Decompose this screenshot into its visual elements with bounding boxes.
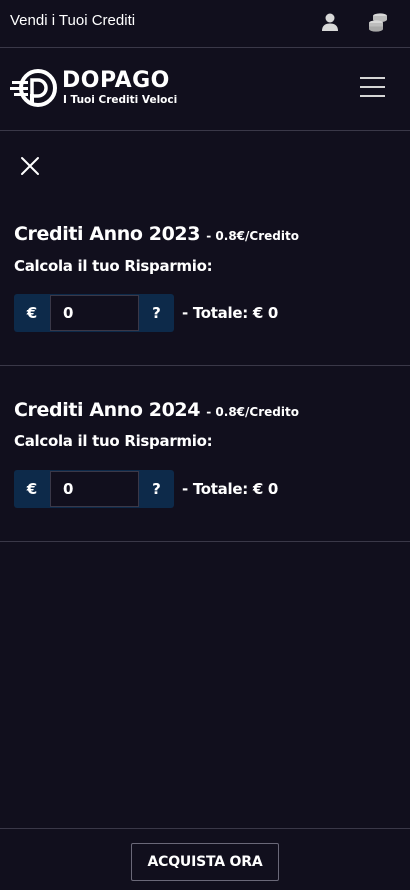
help-button[interactable]: ? xyxy=(139,470,174,508)
help-button[interactable]: ? xyxy=(139,294,174,332)
sell-credits-link[interactable]: Vendi i Tuoi Crediti xyxy=(10,12,135,29)
brand-name: DOPAGO xyxy=(62,68,170,93)
section-title: Crediti Anno 2023 - 0.8€/Credito xyxy=(14,223,299,245)
price-per-credit: - 0.8€/Credito xyxy=(206,229,299,243)
credits-section-2024: Crediti Anno 2024 - 0.8€/Credito Calcola… xyxy=(0,366,410,542)
close-icon[interactable] xyxy=(20,156,40,176)
credits-quantity-input[interactable] xyxy=(50,295,139,331)
euro-symbol: € xyxy=(26,480,38,498)
savings-calculator: € ? xyxy=(14,470,174,508)
top-bar: Vendi i Tuoi Crediti xyxy=(0,0,410,48)
section-title: Crediti Anno 2024 - 0.8€/Credito xyxy=(14,399,299,421)
user-icon[interactable] xyxy=(319,11,341,33)
menu-icon[interactable] xyxy=(360,77,385,99)
credits-quantity-input[interactable] xyxy=(50,471,139,507)
section-title-text: Crediti Anno 2024 xyxy=(14,399,201,421)
total-value: - Totale: € 0 xyxy=(182,304,279,322)
buy-now-button[interactable]: ACQUISTA ORA xyxy=(131,843,279,881)
coins-icon[interactable] xyxy=(367,11,389,33)
savings-calculator: € ? xyxy=(14,294,174,332)
euro-symbol: € xyxy=(26,304,38,322)
total-value: - Totale: € 0 xyxy=(182,480,279,498)
section-title-text: Crediti Anno 2023 xyxy=(14,223,201,245)
brand-tagline: I Tuoi Crediti Veloci xyxy=(63,94,178,106)
navbar: DOPAGO I Tuoi Crediti Veloci xyxy=(0,48,410,131)
credits-section-2023: Crediti Anno 2023 - 0.8€/Credito Calcola… xyxy=(0,185,410,366)
brand-logo[interactable]: DOPAGO I Tuoi Crediti Veloci xyxy=(10,68,190,110)
savings-label: Calcola il tuo Risparmio: xyxy=(14,432,213,450)
dopago-logo-icon xyxy=(10,69,57,107)
savings-label: Calcola il tuo Risparmio: xyxy=(14,257,213,275)
price-per-credit: - 0.8€/Credito xyxy=(206,405,299,419)
footer-bar: ACQUISTA ORA xyxy=(0,828,410,890)
